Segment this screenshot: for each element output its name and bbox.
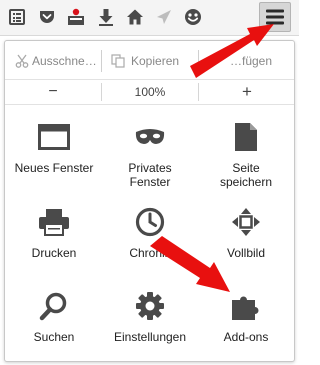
cut-button[interactable]: Ausschne… xyxy=(15,51,97,71)
preferences-button[interactable]: Einstellungen xyxy=(105,288,195,344)
printer-icon xyxy=(39,209,69,236)
paste-label: …fügen xyxy=(230,54,273,68)
edit-controls: Ausschne… Kopieren …fügen xyxy=(5,41,294,81)
edit-separator xyxy=(198,50,199,72)
zoom-reset-button[interactable]: 100% xyxy=(102,82,198,102)
add-ons-button[interactable]: Add-ons xyxy=(201,288,291,344)
open-menu-button[interactable] xyxy=(259,2,291,32)
screenshot-icon xyxy=(68,8,84,25)
edit-separator xyxy=(101,50,102,72)
zoom-in-button[interactable]: + xyxy=(199,82,295,102)
fullscreen-button[interactable]: Vollbild xyxy=(201,204,291,260)
menu-item-label: Seite speichern xyxy=(219,161,273,189)
menu-item-label: Privates Fenster xyxy=(128,161,172,189)
menu-item-label: Chronik xyxy=(129,246,171,260)
menu-item-label: Suchen xyxy=(33,330,75,344)
new-window-icon xyxy=(38,124,70,150)
private-mask-icon xyxy=(135,129,165,144)
search-icon xyxy=(39,292,67,321)
save-page-button[interactable]: Seite speichern xyxy=(201,119,291,189)
scissors-icon xyxy=(15,54,29,68)
gear-icon xyxy=(136,292,164,320)
save-page-icon xyxy=(235,123,257,151)
zoom-out-button[interactable]: − xyxy=(5,82,101,102)
copy-button[interactable]: Kopieren xyxy=(111,51,179,71)
paste-button[interactable]: …fügen xyxy=(230,51,272,71)
main-menu-panel: Ausschne… Kopieren …fügen − 100% + Neues… xyxy=(4,40,295,362)
browser-toolbar xyxy=(0,0,299,36)
reading-list-icon xyxy=(9,9,25,25)
pocket-icon xyxy=(40,11,54,23)
copy-icon xyxy=(111,54,125,68)
hamburger-menu-icon xyxy=(266,9,284,25)
history-clock-icon xyxy=(135,207,165,237)
menu-item-label: Add-ons xyxy=(223,330,269,344)
menu-item-label: Neues Fenster xyxy=(14,161,94,175)
new-window-button[interactable]: Neues Fenster xyxy=(9,119,99,175)
fullscreen-icon xyxy=(232,208,260,236)
emoji-button[interactable] xyxy=(180,4,206,30)
menu-item-label: Drucken xyxy=(31,246,77,260)
print-button[interactable]: Drucken xyxy=(9,204,99,260)
downloads-button[interactable] xyxy=(93,4,119,30)
send-button[interactable] xyxy=(151,4,177,30)
emoji-icon xyxy=(185,9,201,25)
zoom-controls: − 100% + xyxy=(5,79,294,105)
find-button[interactable]: Suchen xyxy=(9,288,99,344)
downloads-icon xyxy=(99,9,113,26)
reading-list-button[interactable] xyxy=(4,4,30,30)
menu-item-label: Einstellungen xyxy=(113,330,187,344)
puzzle-icon xyxy=(232,296,259,320)
private-window-button[interactable]: Privates Fenster xyxy=(105,119,195,189)
home-button[interactable] xyxy=(122,4,148,30)
history-button[interactable]: Chronik xyxy=(105,204,195,260)
send-icon xyxy=(157,10,171,24)
home-icon xyxy=(127,9,143,25)
copy-label: Kopieren xyxy=(131,54,180,68)
screenshot-button[interactable] xyxy=(63,4,89,30)
menu-item-label: Vollbild xyxy=(226,246,266,260)
cut-label: Ausschne… xyxy=(32,54,97,68)
pocket-button[interactable] xyxy=(34,4,60,30)
